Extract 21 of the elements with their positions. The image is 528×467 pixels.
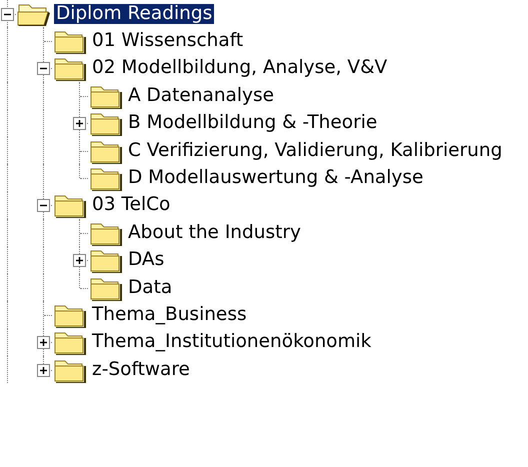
folder-label[interactable]: B Modellbildung & -Theorie bbox=[126, 113, 380, 134]
folder-label[interactable]: DAs bbox=[126, 250, 166, 270]
folder-label[interactable]: C Verifizierung, Validierung, Kalibrierung bbox=[126, 140, 504, 161]
folder-label[interactable]: About the Industry bbox=[126, 222, 303, 243]
folder-label[interactable]: Data bbox=[126, 278, 174, 298]
collapse-toggle[interactable] bbox=[37, 62, 50, 76]
folder-label[interactable]: Thema_Institutionenökonomik bbox=[90, 332, 374, 352]
folder-label[interactable]: Diplom Readings bbox=[54, 4, 214, 24]
collapse-toggle[interactable] bbox=[1, 8, 14, 21]
folder-label[interactable]: 03 TelCo bbox=[90, 195, 172, 216]
collapse-toggle[interactable] bbox=[37, 199, 50, 212]
folder-label[interactable]: A Datenanalyse bbox=[126, 86, 276, 106]
expand-toggle[interactable] bbox=[37, 364, 50, 377]
expand-toggle[interactable] bbox=[73, 117, 86, 130]
expand-toggle[interactable] bbox=[73, 254, 86, 268]
folder-label[interactable]: D Modellauswertung & -Analyse bbox=[126, 168, 426, 188]
folder-label[interactable]: z-Software bbox=[90, 360, 192, 380]
folder-label[interactable]: 02 Modellbildung, Analyse, V&V bbox=[90, 58, 390, 78]
folder-label[interactable]: Thema_Business bbox=[90, 304, 249, 325]
expand-toggle[interactable] bbox=[37, 336, 50, 350]
folder-label[interactable]: 01 Wissenschaft bbox=[90, 31, 246, 52]
